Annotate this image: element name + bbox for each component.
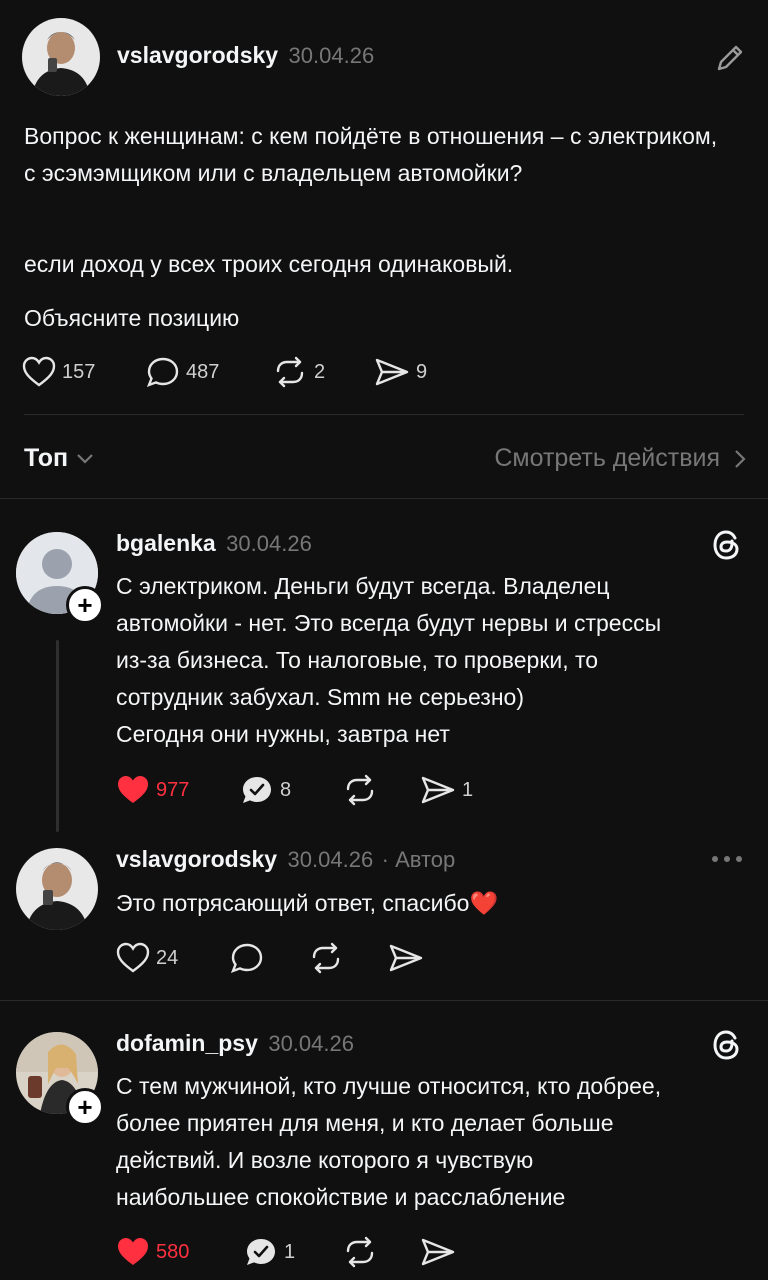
sort-dropdown[interactable]: Топ — [24, 444, 94, 473]
author-reply-text: Это потрясающий ответ, спасибо❤️ — [116, 885, 498, 922]
post-author-avatar[interactable] — [22, 18, 100, 96]
post-repost-count: 2 — [314, 360, 326, 383]
reply-date: 30.04.26 — [226, 531, 312, 556]
reply-like-count: 580 — [156, 1240, 190, 1263]
reply-comment-button[interactable]: 8 — [240, 774, 291, 806]
author-reply-repost-button[interactable] — [308, 942, 344, 974]
send-icon — [375, 358, 409, 386]
reply-text-line: С электриком. Деньги будут всегда. Владе… — [116, 573, 610, 599]
repost-icon — [346, 1236, 374, 1268]
reply-like-count: 977 — [156, 778, 190, 801]
author-badge: · Автор — [381, 847, 456, 872]
post-username[interactable]: vslavgorodsky — [117, 42, 278, 68]
comment-icon — [146, 357, 179, 388]
repost-icon — [312, 942, 340, 974]
reply-date: 30.04.26 — [268, 1031, 354, 1056]
edit-icon[interactable] — [714, 42, 746, 79]
post-date: 30.04.26 — [288, 43, 375, 68]
reply-repost-button[interactable] — [342, 1236, 378, 1268]
reply-share-button[interactable]: 1 — [420, 774, 473, 806]
post-header: vslavgorodsky 30.04.26 — [117, 42, 374, 69]
reply-repost-button[interactable] — [342, 774, 378, 806]
heart-filled-icon — [118, 1238, 148, 1265]
heart-emoji: ❤️ — [469, 890, 499, 916]
reply-like-button[interactable]: 977 — [116, 774, 189, 806]
follow-button[interactable]: + — [66, 1088, 104, 1126]
reply-text-line: из-за бизнеса. То налоговые, то проверки… — [116, 647, 599, 673]
heart-icon — [116, 942, 150, 973]
comment-icon — [230, 943, 263, 974]
post-paragraph-1: Вопрос к женщинам: с кем пойдёте в отнош… — [24, 123, 718, 186]
author-reply-date: 30.04.26 — [287, 847, 374, 872]
post-comment-count: 487 — [186, 360, 220, 383]
author-reply-message: Это потрясающий ответ, спасибо — [116, 890, 470, 916]
post-share-button[interactable]: 9 — [374, 356, 427, 388]
sort-label: Топ — [24, 444, 69, 472]
reply-comment-button[interactable]: 1 — [244, 1236, 295, 1268]
post-share-count: 9 — [416, 360, 428, 383]
author-reply-header: vslavgorodsky 30.04.26 · Автор — [116, 846, 455, 873]
more-options-icon[interactable] — [710, 852, 744, 870]
reply-share-button[interactable] — [420, 1236, 456, 1268]
reply-text-line: сотрудник забухал. Smm не серьезно) — [116, 684, 524, 710]
chevron-right-icon — [735, 449, 746, 468]
reply-like-button[interactable]: 580 — [116, 1236, 189, 1268]
author-reply-username[interactable]: vslavgorodsky — [116, 846, 277, 872]
send-icon — [421, 1238, 455, 1266]
reply-comment-count: 8 — [280, 778, 292, 801]
section-divider — [0, 498, 768, 499]
post-divider — [24, 414, 744, 415]
post-like-button[interactable]: 157 — [22, 356, 95, 388]
reply-username[interactable]: bgalenka — [116, 530, 216, 556]
author-reply-share-button[interactable] — [388, 942, 424, 974]
comment-check-icon — [243, 777, 271, 803]
reply-text-line: Сегодня они нужны, завтра нет — [116, 721, 450, 747]
thread-line — [56, 640, 59, 832]
post-paragraph-2: если доход у всех троих сегодня одинаков… — [24, 251, 514, 277]
reply-text-line: действий. И возле которого я чувствую — [116, 1147, 534, 1173]
reply-share-count: 1 — [462, 778, 474, 801]
chevron-down-icon — [77, 453, 93, 464]
heart-filled-icon — [118, 776, 148, 803]
threads-icon — [710, 1028, 744, 1067]
reply-text-line: С тем мужчиной, кто лучше относится, кто… — [116, 1073, 662, 1099]
post-repost-button[interactable]: 2 — [272, 356, 325, 388]
repost-icon — [346, 774, 374, 806]
reply-username[interactable]: dofamin_psy — [116, 1030, 258, 1056]
reply-header: bgalenka 30.04.26 — [116, 530, 312, 557]
reply-comment-count: 1 — [284, 1240, 296, 1263]
repost-icon — [276, 356, 304, 388]
reply-header: dofamin_psy 30.04.26 — [116, 1030, 354, 1057]
author-reply-comment-button[interactable] — [230, 942, 264, 974]
comment-check-icon — [247, 1239, 275, 1265]
view-activity-label: Смотреть действия — [494, 444, 720, 472]
reply-text-line: наибольшее спокойствие и расслабление — [116, 1184, 566, 1210]
post-like-count: 157 — [62, 360, 96, 383]
reply-text-line: более приятен для меня, и кто делает бол… — [116, 1110, 614, 1136]
author-reply-avatar[interactable] — [16, 848, 98, 930]
follow-button[interactable]: + — [66, 586, 104, 624]
post-comment-button[interactable]: 487 — [146, 356, 219, 388]
author-reply-like-button[interactable]: 24 — [116, 942, 178, 974]
reply-text-line: автомойки - нет. Это всегда будут нервы … — [116, 610, 662, 636]
threads-icon — [710, 528, 744, 567]
send-icon — [389, 944, 423, 972]
author-reply-like-count: 24 — [156, 946, 179, 969]
post-paragraph-3: Объясните позицию — [24, 305, 240, 331]
heart-icon — [22, 356, 56, 387]
reply-divider — [0, 1000, 768, 1001]
send-icon — [421, 776, 455, 804]
view-activity-link[interactable]: Смотреть действия — [494, 444, 746, 473]
